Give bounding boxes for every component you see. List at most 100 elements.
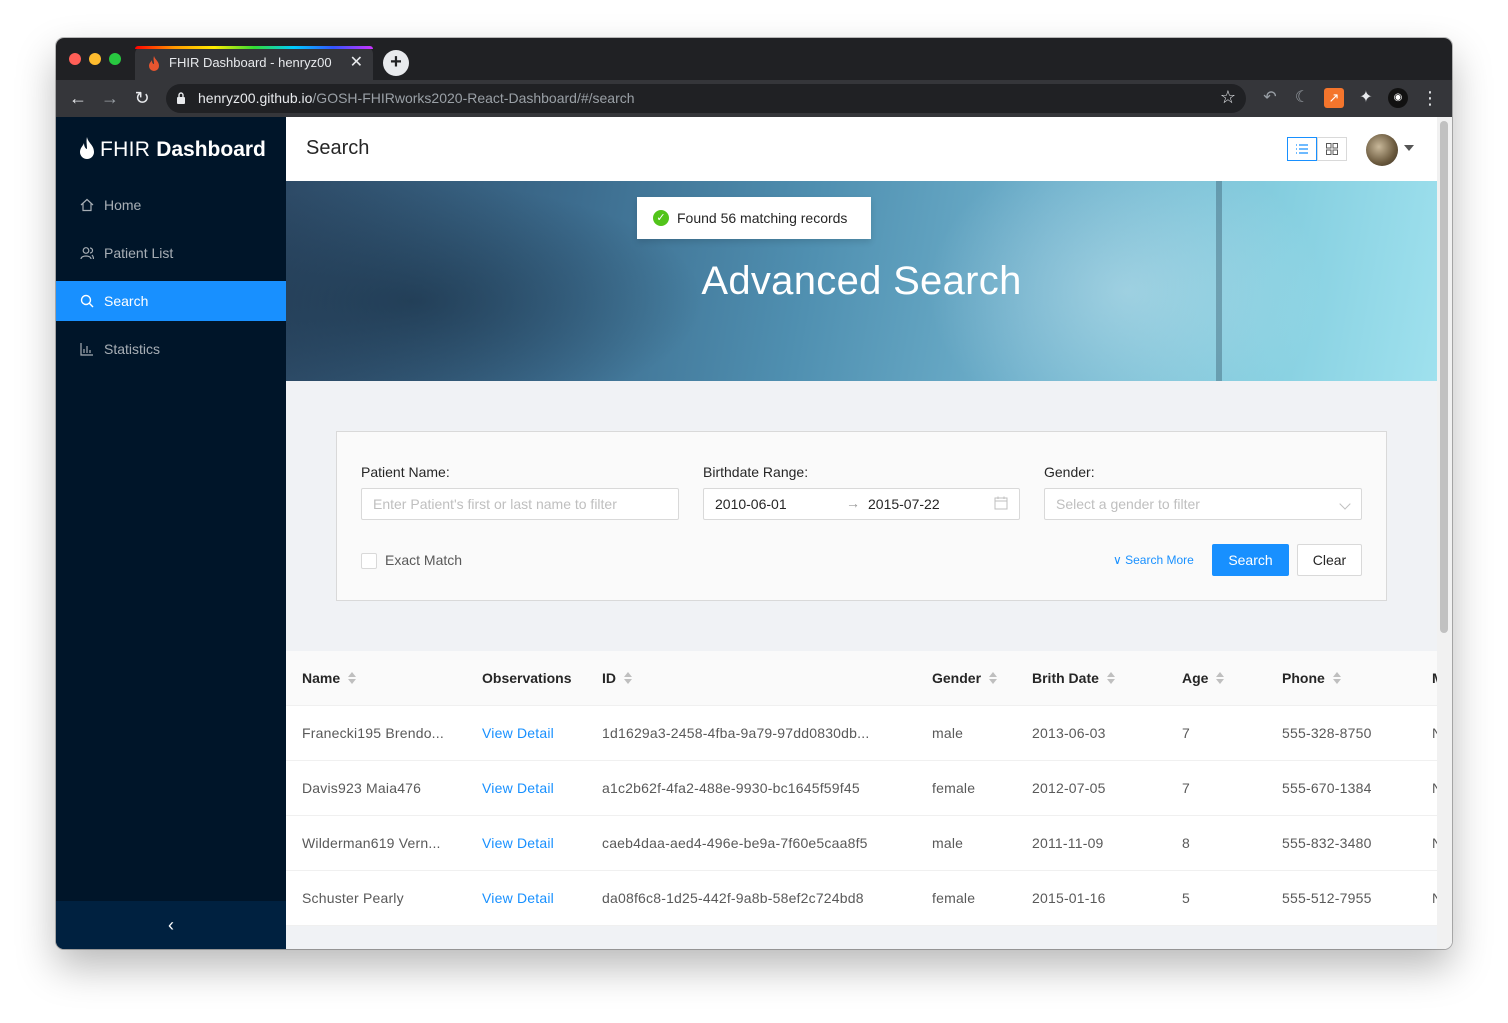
cell-birth-date: 2013-06-03 — [1032, 725, 1106, 741]
chevron-left-icon: ‹ — [168, 915, 174, 935]
sidebar: FHIR Dashboard Home Patient List Search … — [56, 117, 286, 949]
browser-window: FHIR Dashboard - henryz00 ✕ + ← → ↻ henr… — [56, 38, 1452, 949]
view-detail-link[interactable]: View Detail — [482, 890, 554, 906]
sort-icon[interactable] — [1216, 672, 1225, 685]
table-row[interactable]: Schuster Pearly View Detail da08f6c8-1d2… — [286, 871, 1442, 926]
puzzle-extensions-icon[interactable]: ✦ — [1356, 88, 1376, 108]
cell-id: 1d1629a3-2458-4fba-9a79-97dd0830db... — [602, 725, 870, 741]
more-menu-icon[interactable]: ⋮ — [1420, 88, 1440, 108]
cell-gender: female — [932, 780, 976, 796]
sidebar-item-statistics[interactable]: Statistics — [56, 329, 286, 369]
bookmark-star-icon[interactable]: ☆ — [1220, 87, 1236, 108]
sidebar-item-label: Home — [104, 197, 142, 213]
list-view-button[interactable] — [1287, 137, 1317, 161]
column-header-gender[interactable]: Gender — [932, 670, 998, 686]
exact-match-checkbox[interactable] — [361, 553, 377, 569]
url-path: /GOSH-FHIRworks2020-React-Dashboard/#/se… — [312, 90, 635, 106]
browser-tab[interactable]: FHIR Dashboard - henryz00 ✕ — [135, 46, 373, 80]
column-header-birth-date[interactable]: Brith Date — [1032, 670, 1115, 686]
column-header-label: Age — [1182, 670, 1209, 686]
sort-icon[interactable] — [1106, 672, 1115, 685]
sort-icon[interactable] — [348, 672, 357, 685]
back-icon[interactable]: ← — [66, 86, 90, 110]
cell-birth-date: 2012-07-05 — [1032, 780, 1106, 796]
tab-accent-bar — [135, 46, 373, 49]
view-detail-link[interactable]: View Detail — [482, 780, 554, 796]
logo-dashboard-text: Dashboard — [156, 138, 266, 161]
sidebar-item-search[interactable]: Search — [56, 281, 286, 321]
table-row[interactable]: Franecki195 Brendo... View Detail 1d1629… — [286, 706, 1442, 761]
search-form: Patient Name: Enter Patient's first or l… — [336, 431, 1387, 601]
birthdate-range-label-text: Birthdate Range — [703, 464, 805, 480]
undo-extension-icon[interactable]: ↶ — [1260, 88, 1280, 108]
home-icon — [80, 198, 94, 212]
search-icon — [80, 294, 94, 308]
list-icon — [1296, 144, 1308, 154]
url-text: henryz00.github.io/GOSH-FHIRworks2020-Re… — [198, 90, 635, 106]
stats-extension-icon[interactable]: ↗ — [1324, 88, 1344, 108]
new-tab-button[interactable]: + — [383, 50, 409, 76]
calendar-icon — [994, 496, 1008, 510]
cell-name: Schuster Pearly — [302, 890, 404, 906]
sort-icon[interactable] — [624, 672, 632, 685]
table-header: Name Observations ID Gender Brith Date A… — [286, 651, 1444, 706]
column-header-name[interactable]: Name — [302, 670, 357, 686]
cell-gender: male — [932, 835, 964, 851]
gender-select[interactable]: Select a gender to filter — [1044, 488, 1362, 520]
chevron-down-icon: ∨ — [1113, 553, 1126, 567]
cell-gender: male — [932, 725, 964, 741]
view-detail-link[interactable]: View Detail — [482, 725, 554, 741]
sidebar-item-label: Statistics — [104, 341, 161, 357]
column-header-observations: Observations — [482, 670, 571, 686]
grid-icon — [1326, 143, 1338, 155]
team-icon — [80, 247, 94, 260]
patient-name-input[interactable]: Enter Patient's first or last name to fi… — [361, 488, 679, 520]
gender-placeholder: Select a gender to filter — [1056, 496, 1200, 512]
logo-fhir-text: FHIR — [100, 138, 151, 161]
column-header-phone[interactable]: Phone — [1282, 670, 1341, 686]
gender-label-text: Gender — [1044, 464, 1091, 480]
tab-title: FHIR Dashboard - henryz00 — [169, 55, 332, 70]
profile-icon[interactable]: ◉ — [1388, 88, 1408, 108]
collapse-sidebar-button[interactable]: ‹ — [56, 901, 286, 949]
birthdate-start-value[interactable]: 2010-06-01 — [715, 496, 787, 512]
table-row[interactable]: Davis923 Maia476 View Detail a1c2b62f-4f… — [286, 761, 1442, 816]
table-row[interactable]: Wilderman619 Vern... View Detail caeb4da… — [286, 816, 1442, 871]
column-header-id[interactable]: ID — [602, 670, 632, 686]
minimize-window-button[interactable] — [89, 53, 101, 65]
clear-button[interactable]: Clear — [1297, 544, 1362, 576]
logo: FHIR Dashboard — [78, 135, 266, 165]
sort-icon[interactable] — [1332, 672, 1341, 685]
cell-id: a1c2b62f-4fa2-488e-9930-bc1645f59f45 — [602, 780, 860, 796]
flame-logo-icon — [80, 137, 94, 159]
sort-icon[interactable] — [989, 672, 998, 685]
cell-name: Wilderman619 Vern... — [302, 835, 441, 851]
birthdate-end-value[interactable]: 2015-07-22 — [857, 489, 940, 521]
column-header-age[interactable]: Age — [1182, 670, 1225, 686]
address-bar[interactable]: henryz00.github.io/GOSH-FHIRworks2020-Re… — [166, 84, 1246, 113]
cell-phone: 555-670-1384 — [1282, 780, 1372, 796]
cell-id: caeb4daa-aed4-496e-be9a-7f60e5caa8f5 — [602, 835, 868, 851]
cell-phone: 555-512-7955 — [1282, 890, 1372, 906]
grid-view-button[interactable] — [1317, 137, 1347, 161]
search-button[interactable]: Search — [1212, 544, 1289, 576]
dark-mode-icon[interactable]: ☾ — [1292, 88, 1312, 108]
check-circle-icon: ✓ — [653, 210, 669, 226]
maximize-window-button[interactable] — [109, 53, 121, 65]
page-scrollbar[interactable] — [1437, 117, 1452, 949]
birthdate-range-label: Birthdate Range: — [703, 464, 809, 480]
scrollbar-thumb[interactable] — [1440, 121, 1448, 633]
search-more-link[interactable]: ∨ Search More — [1113, 553, 1194, 567]
view-toggle — [1287, 137, 1347, 161]
view-detail-link[interactable]: View Detail — [482, 835, 554, 851]
sidebar-item-patient-list[interactable]: Patient List — [56, 233, 286, 273]
avatar[interactable] — [1366, 134, 1398, 166]
sidebar-item-home[interactable]: Home — [56, 185, 286, 225]
exact-match-label[interactable]: Exact Match — [385, 552, 462, 568]
close-window-button[interactable] — [69, 53, 81, 65]
reload-icon[interactable]: ↻ — [130, 86, 154, 110]
hero-title: Advanced Search — [701, 259, 1022, 303]
close-tab-icon[interactable]: ✕ — [350, 52, 363, 72]
forward-icon[interactable]: → — [98, 86, 122, 110]
caret-down-icon[interactable] — [1404, 145, 1414, 151]
